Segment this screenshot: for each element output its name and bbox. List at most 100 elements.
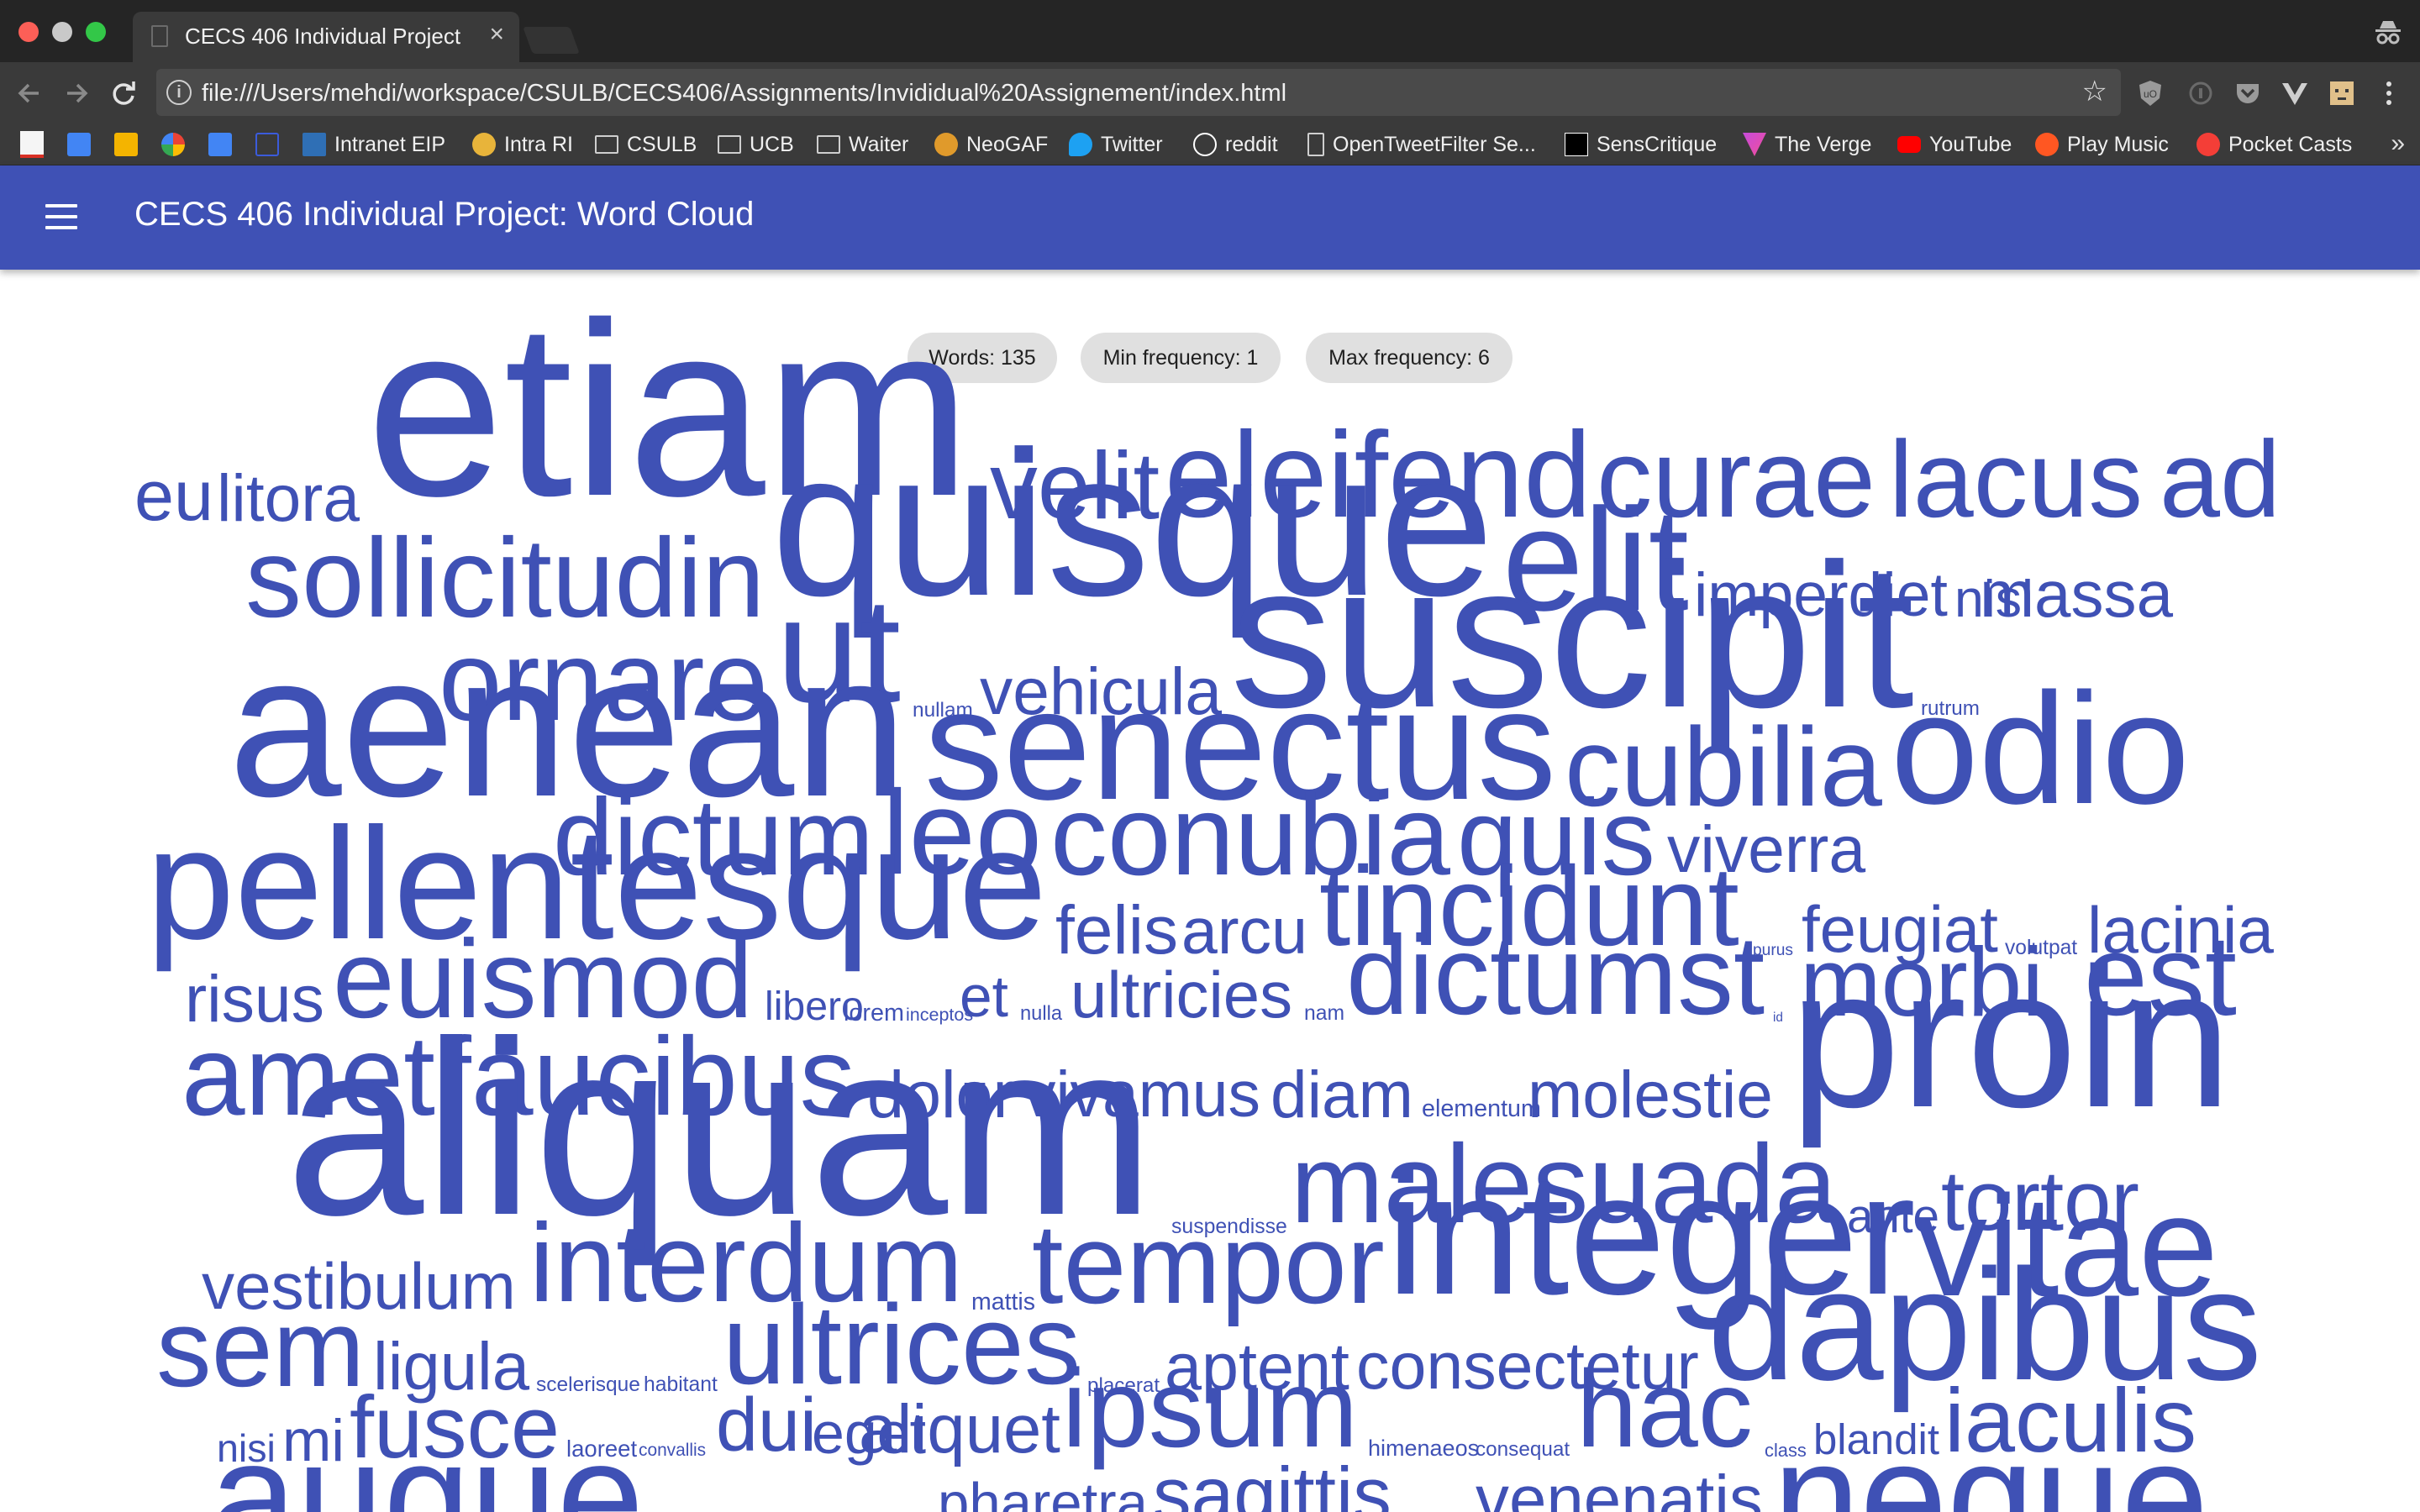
vue-devtools-icon[interactable] (2279, 77, 2311, 109)
ublock-shield-icon[interactable]: uO (2134, 77, 2166, 109)
cloud-word: vehicula (980, 654, 1223, 728)
back-arrow-icon[interactable] (13, 77, 45, 109)
bookmark-youtube[interactable]: YouTube (1897, 129, 2012, 160)
folder-icon (718, 135, 741, 154)
cloud-word: quisque (771, 409, 1494, 640)
reload-icon[interactable] (108, 77, 139, 109)
cloud-word: quis (1457, 777, 1655, 898)
window-close-button[interactable] (18, 22, 39, 42)
bookmark-keep[interactable] (114, 129, 138, 160)
folder-icon (817, 135, 840, 154)
bookmark-the-verge[interactable]: The Verge (1743, 129, 1871, 160)
cloud-word: vivamus (1023, 1058, 1260, 1131)
cloud-word: molestie (1528, 1057, 1773, 1131)
cloud-word: felis (1055, 891, 1178, 969)
cloud-word: augue (210, 1410, 644, 1512)
bookmark-senscritique[interactable]: SensCritique (1565, 129, 1717, 160)
cloud-word: lacinia (2087, 893, 2274, 967)
info-icon[interactable]: i (166, 80, 192, 105)
bookmark-brackets[interactable] (255, 129, 279, 160)
pocket-icon[interactable] (2232, 77, 2264, 109)
cloud-word: interdum (529, 1201, 963, 1326)
cloud-word: nulla (1020, 1003, 1063, 1026)
cloud-word: viverra (1667, 811, 1866, 886)
max-frequency-chip: Max frequency: 6 (1306, 333, 1512, 383)
cloud-word: hac (1576, 1347, 1753, 1471)
cloud-word: vestibulum (202, 1249, 516, 1323)
address-bar[interactable]: i file:///Users/mehdi/workspace/CSULB/CE… (156, 69, 2121, 116)
bookmark-neogaf[interactable]: NeoGAF (934, 129, 1048, 160)
window-minimize-button[interactable] (52, 22, 72, 42)
incognito-icon (2375, 21, 2401, 45)
bookmark-label: UCB (750, 132, 794, 156)
cloud-word: class (1765, 1439, 1807, 1461)
cloud-word: aenean (229, 612, 908, 840)
cloud-word: leo (882, 766, 1042, 900)
cloud-word: consectetur (1356, 1329, 1699, 1404)
bookmark-play-music[interactable]: Play Music (2035, 129, 2169, 160)
svg-text:uO: uO (2144, 88, 2157, 100)
bookmark-label: CSULB (627, 132, 697, 156)
window-maximize-button[interactable] (86, 22, 106, 42)
ghost-extension-icon[interactable] (2185, 77, 2217, 109)
cloud-word: dolor (867, 1057, 1015, 1132)
cloud-word: conubia (1050, 771, 1450, 899)
bookmark-reddit[interactable]: reddit (1193, 129, 1278, 160)
min-frequency-chip: Min frequency: 1 (1081, 333, 1281, 383)
new-tab-button[interactable] (523, 27, 580, 54)
cloud-word: ultrices (723, 1281, 1081, 1409)
bookmark-twitter[interactable]: Twitter (1069, 129, 1163, 160)
app-bar: CECS 406 Individual Project: Word Cloud (0, 165, 2420, 270)
hamburger-menu-icon[interactable] (45, 204, 77, 231)
cloud-word: sem (156, 1286, 366, 1410)
bookmark-ucb[interactable]: UCB (718, 129, 794, 160)
extension-face-icon[interactable] (2326, 77, 2358, 109)
cloud-word: purus (1753, 942, 1793, 960)
bookmark-label: OpenTweetFilter Se... (1333, 132, 1536, 156)
cloud-word: suscipit (1230, 521, 1914, 751)
bookmark-inbox[interactable] (208, 129, 232, 160)
bookmark-opentweetfilter[interactable]: OpenTweetFilter Se... (1307, 129, 1536, 160)
cloud-word: suspendisse (1171, 1215, 1287, 1239)
folder-icon (595, 135, 618, 154)
brackets-icon (255, 133, 279, 156)
calendar-icon (67, 133, 91, 156)
cloud-word: integer (1386, 1137, 1916, 1331)
bookmark-pocket-casts[interactable]: Pocket Casts (2196, 129, 2352, 160)
cloud-word: velit (990, 432, 1160, 539)
bookmark-csulb[interactable]: CSULB (595, 129, 697, 160)
cloud-word: sollicitudin (245, 515, 765, 641)
bookmark-intra-ri[interactable]: Intra RI (472, 129, 573, 160)
cloud-word: proin (1790, 927, 2232, 1150)
cloud-word: eleifend (1165, 406, 1591, 543)
cloud-word: libero (765, 983, 864, 1029)
more-menu-icon[interactable] (2373, 77, 2405, 109)
browser-tab[interactable]: CECS 406 Individual Project × (133, 12, 519, 62)
bookmark-photos[interactable] (161, 129, 185, 160)
bookmark-calendar[interactable] (67, 129, 91, 160)
cloud-word: inceptos (906, 1005, 974, 1026)
tab-close-button[interactable]: × (489, 22, 504, 47)
inbox-icon (208, 133, 232, 156)
url-text[interactable]: file:///Users/mehdi/workspace/CSULB/CECS… (202, 80, 1286, 108)
bookmark-label: Intranet EIP (334, 132, 446, 156)
cloud-word: morbi (1800, 927, 2044, 1037)
cloud-word: tortor (1941, 1153, 2139, 1248)
bookmark-waiter[interactable]: Waiter (817, 129, 908, 160)
bookmark-label: Intra RI (504, 132, 573, 156)
bookmark-star-icon[interactable]: ☆ (2082, 77, 2107, 106)
cloud-word: lorem (844, 999, 905, 1026)
bookmark-label: NeoGAF (966, 132, 1049, 156)
cloud-word: consequat (1476, 1437, 1570, 1461)
bookmarks-bar: Intranet EIP Intra RI CSULB UCB Waiter N… (0, 124, 2420, 165)
reddit-icon (1193, 133, 1217, 156)
cloud-word: etiam (366, 271, 971, 549)
bookmark-label: reddit (1225, 132, 1278, 156)
bookmark-intranet-eip[interactable]: Intranet EIP (302, 129, 445, 160)
cloud-word: euismod (333, 917, 754, 1042)
cloud-word: litora (217, 460, 360, 535)
forward-arrow-icon[interactable] (60, 77, 92, 109)
cloud-word: placerat (1087, 1373, 1160, 1397)
bookmark-gmail[interactable] (20, 129, 44, 160)
bookmarks-overflow-button[interactable]: » (2391, 129, 2405, 158)
